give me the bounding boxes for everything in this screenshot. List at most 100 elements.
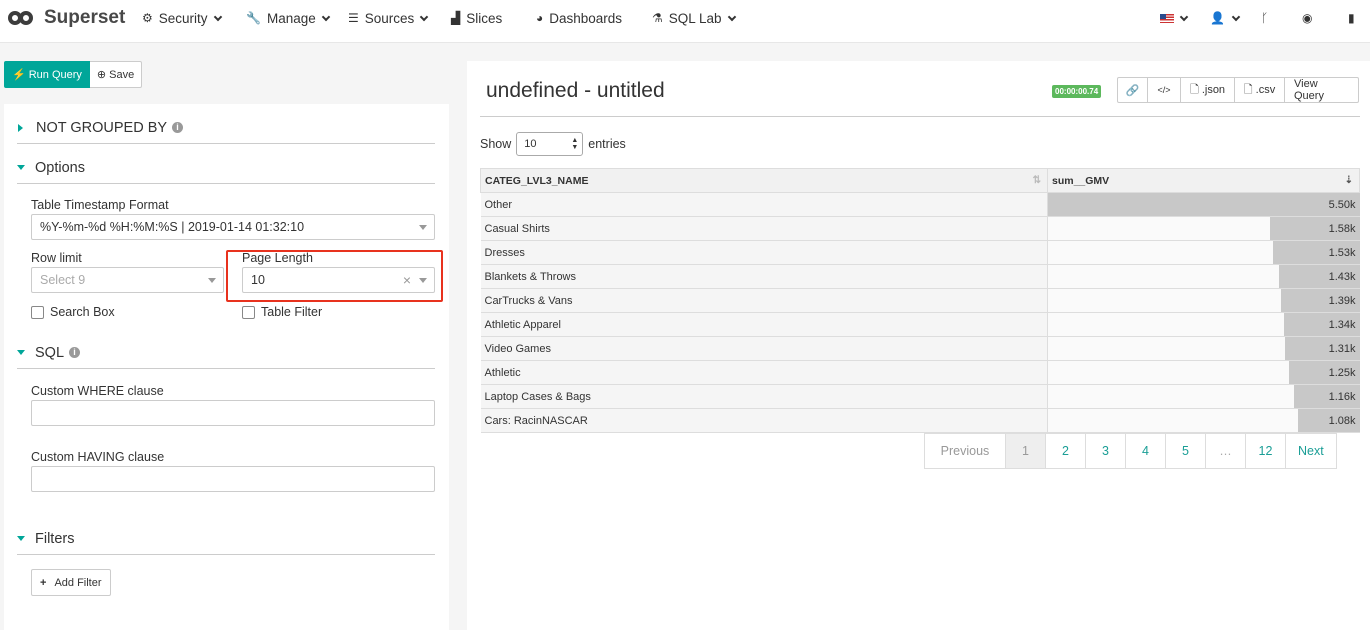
gmv-value: 5.50k xyxy=(1328,198,1356,211)
gmv-cell: 1.39k xyxy=(1047,288,1360,313)
table-row: Athletic Apparel 1.34k xyxy=(480,312,1360,337)
copy-link-button[interactable]: 🔗 xyxy=(1117,77,1148,103)
gmv-value: 1.43k xyxy=(1328,270,1356,283)
export-csv-button[interactable]: 🗋 .csv xyxy=(1235,77,1285,103)
dropdown-arrow-icon xyxy=(419,225,427,230)
table-filter-option[interactable]: Table Filter xyxy=(242,305,322,319)
results-table-body: Other 5.50k Casual Shirts 1.58k Dresses 1.53k… xyxy=(480,192,1360,433)
table-filter-label: Table Filter xyxy=(261,305,323,319)
section-options[interactable]: Options xyxy=(17,152,435,184)
view-query-button[interactable]: View Query xyxy=(1285,77,1359,103)
language-menu[interactable] xyxy=(1160,0,1189,36)
nav-sql-lab[interactable]: ⚗ SQL Lab xyxy=(652,0,736,36)
json-label: .json xyxy=(1201,84,1226,96)
run-query-button[interactable]: ⚡ Run Query xyxy=(4,61,90,88)
csv-label: .csv xyxy=(1255,84,1276,96)
info-icon[interactable]: i xyxy=(69,347,81,358)
category-cell: Dresses xyxy=(480,240,1048,265)
gmv-cell: 1.34k xyxy=(1047,312,1360,337)
value-bar xyxy=(1048,193,1360,216)
section-filters[interactable]: Filters xyxy=(17,523,435,555)
page-button[interactable]: 4 xyxy=(1126,433,1166,469)
having-clause-input[interactable] xyxy=(31,466,435,492)
page-button[interactable]: 5 xyxy=(1166,433,1206,469)
page-ellipsis: … xyxy=(1206,433,1246,469)
category-cell: Athletic xyxy=(480,360,1048,385)
brand-name: Superset xyxy=(44,7,126,28)
page-button: 1 xyxy=(1006,433,1046,469)
add-filter-button[interactable]: + Add Filter xyxy=(31,569,111,596)
page-length-control: Show 10 ▲ ▼ entries xyxy=(480,132,626,156)
caret-right-icon xyxy=(18,123,23,132)
nav-slices[interactable]: ▟ Slices xyxy=(451,0,502,36)
embed-code-button[interactable]: </> xyxy=(1148,77,1181,103)
plus-icon: + xyxy=(40,576,47,589)
highlight-page-length xyxy=(226,250,443,302)
gmv-value: 1.08k xyxy=(1328,414,1356,427)
gmv-cell: 1.25k xyxy=(1047,360,1360,385)
previous-page-button: Previous xyxy=(924,433,1006,469)
table-row: Dresses 1.53k xyxy=(480,240,1360,265)
gmv-value: 1.53k xyxy=(1328,246,1356,259)
column-header-gmv[interactable]: sum__GMV ⇣ xyxy=(1047,168,1360,193)
results-panel: undefined - untitled 00:00:00.74 🔗 </> 🗋… xyxy=(467,61,1370,630)
table-row: CarTrucks & Vans 1.39k xyxy=(480,288,1360,313)
slice-title: undefined - untitled xyxy=(486,79,665,102)
code-fork-icon: ᚴ xyxy=(1261,11,1269,25)
updown-arrows-icon: ▲ ▼ xyxy=(571,137,579,151)
gmv-cell: 1.58k xyxy=(1047,216,1360,241)
search-box-checkbox[interactable] xyxy=(31,305,44,319)
git-branch-link[interactable]: ᚴ xyxy=(1261,0,1274,36)
page-button[interactable]: 3 xyxy=(1086,433,1126,469)
brand[interactable]: Superset xyxy=(8,6,125,30)
user-menu[interactable]: 👤 xyxy=(1210,0,1241,36)
nav-dashboards[interactable]: ◕ Dashboards xyxy=(536,0,622,36)
dropdown-arrow-icon xyxy=(208,278,216,283)
column-header-category[interactable]: CATEG_LVL3_NAME ⇅ xyxy=(480,168,1048,193)
gmv-value: 1.16k xyxy=(1328,390,1356,403)
nav-slices-label: Slices xyxy=(466,10,503,26)
timestamp-format-select[interactable]: %Y-%m-%d %H:%M:%S | 2019-01-14 01:32:10 xyxy=(31,214,435,240)
gmv-cell: 1.43k xyxy=(1047,264,1360,289)
save-button[interactable]: ⊕ Save xyxy=(89,61,143,88)
caret-down-icon xyxy=(17,165,25,170)
export-json-button[interactable]: 🗋 .json xyxy=(1181,77,1235,103)
info-icon[interactable]: i xyxy=(172,122,184,133)
category-cell: Other xyxy=(480,192,1048,217)
results-table: CATEG_LVL3_NAME ⇅ sum__GMV ⇣ Other 5.50k C… xyxy=(480,168,1360,433)
nav-security[interactable]: ⚙ Security xyxy=(142,0,222,36)
file-icon: 🗋 xyxy=(1243,83,1253,96)
page-button[interactable]: 12 xyxy=(1246,433,1286,469)
file-icon: 🗋 xyxy=(1189,83,1199,96)
table-filter-checkbox[interactable] xyxy=(242,305,255,319)
entries-select[interactable]: 10 ▲ ▼ xyxy=(516,132,584,156)
page-button[interactable]: 2 xyxy=(1046,433,1086,469)
nav-sources-label: Sources xyxy=(364,10,415,26)
row-limit-select[interactable]: Select 9 xyxy=(31,267,224,293)
caret-down-icon xyxy=(17,536,25,541)
docs-link[interactable]: ▮ xyxy=(1348,0,1361,36)
table-row: Blankets & Throws 1.43k xyxy=(480,264,1360,289)
add-filter-label: Add Filter xyxy=(54,576,102,589)
section-title: Options xyxy=(35,159,85,176)
next-page-button[interactable]: Next xyxy=(1286,433,1337,469)
section-title: NOT GROUPED BY xyxy=(36,119,168,136)
gmv-cell: 1.16k xyxy=(1047,384,1360,409)
gmv-value: 1.25k xyxy=(1328,366,1356,379)
timestamp-format-label: Table Timestamp Format xyxy=(31,198,169,212)
view-query-label: View Query xyxy=(1294,78,1324,102)
category-cell: CarTrucks & Vans xyxy=(480,288,1048,313)
nav-manage[interactable]: 🔧 Manage xyxy=(246,0,330,36)
timestamp-format-value: %Y-%m-%d %H:%M:%S | 2019-01-14 01:32:10 xyxy=(40,220,305,234)
having-clause-label: Custom HAVING clause xyxy=(31,450,165,464)
category-cell: Athletic Apparel xyxy=(480,312,1048,337)
search-box-option[interactable]: Search Box xyxy=(31,305,115,319)
github-link[interactable]: ◉ xyxy=(1302,0,1318,36)
section-sql[interactable]: SQL i xyxy=(17,337,435,369)
entries-value: 10 xyxy=(524,138,537,150)
us-flag-icon xyxy=(1160,13,1174,23)
where-clause-input[interactable] xyxy=(31,400,435,426)
section-not-grouped-by[interactable]: NOT GROUPED BY i xyxy=(17,112,435,144)
section-title: Filters xyxy=(35,530,75,547)
nav-sources[interactable]: ☰ Sources xyxy=(348,0,429,36)
